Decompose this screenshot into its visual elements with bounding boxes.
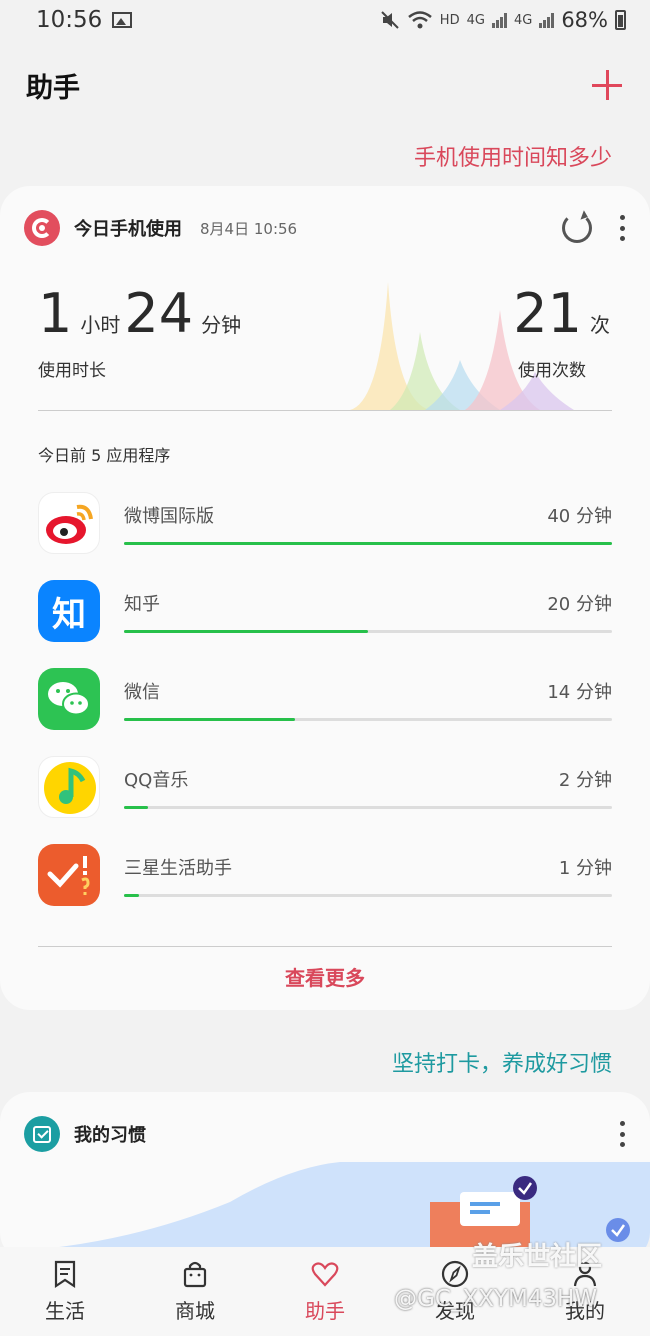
count-unit: 次 [590, 313, 610, 337]
divider [38, 410, 612, 411]
phone-usage-card[interactable]: 今日手机使用 8月4日 10:56 1 小时 24 分钟 使用时长 21 次 使… [0, 186, 650, 1010]
usage-bar-fill [124, 630, 368, 633]
status-time: 10:56 [36, 7, 103, 33]
usage-count: 21 次 [513, 282, 610, 345]
nav-mall[interactable]: 商城 [130, 1247, 260, 1336]
network-4g-1: 4G [466, 12, 485, 28]
app-time: 40 分钟 [547, 506, 612, 527]
top-apps-title: 今日前 5 应用程序 [38, 446, 171, 465]
duration-minutes: 24 [124, 282, 194, 345]
usage-duration: 1 小时 24 分钟 [38, 282, 245, 345]
usage-card-date: 8月4日 10:56 [200, 219, 298, 238]
usage-bar-fill [124, 894, 139, 897]
qq-music-icon [38, 756, 100, 818]
usage-bar-fill [124, 718, 295, 721]
nav-label: 生活 [45, 1299, 85, 1323]
usage-bar-track [124, 894, 612, 897]
nav-assistant[interactable]: 助手 [260, 1247, 390, 1336]
usage-bar-track [124, 806, 612, 809]
usage-card-header: 今日手机使用 8月4日 10:56 [24, 200, 626, 256]
duration-label: 使用时长 [38, 361, 106, 381]
duration-minutes-unit: 分钟 [201, 313, 242, 337]
app-name: 微博国际版 [124, 506, 214, 527]
app-row-wechat[interactable]: 微信 14 分钟 [38, 668, 612, 738]
app-name: 三星生活助手 [124, 858, 232, 879]
weibo-icon [38, 492, 100, 554]
battery-icon [615, 10, 626, 30]
app-name: QQ音乐 [124, 770, 189, 791]
usage-info-link[interactable]: 手机使用时间知多少 [414, 140, 612, 172]
nav-label: 助手 [305, 1299, 345, 1323]
count-label: 使用次数 [518, 361, 586, 381]
nav-label: 商城 [175, 1299, 215, 1323]
watermark-community: 盖乐世社区 [472, 1242, 603, 1272]
more-options-icon[interactable] [618, 215, 626, 241]
usage-bar-track [124, 630, 612, 633]
usage-bar-track [124, 542, 612, 545]
habit-card-header: 我的习惯 [24, 1106, 626, 1162]
wifi-icon [408, 11, 432, 29]
network-4g-2: 4G [513, 12, 533, 28]
more-options-icon[interactable] [618, 1121, 626, 1147]
usage-logo-icon [24, 210, 60, 246]
nav-life[interactable]: 生活 [0, 1247, 130, 1336]
habit-card-title: 我的习惯 [74, 1125, 146, 1146]
usage-bar-fill [124, 806, 149, 809]
signal-icon-2 [539, 12, 555, 28]
see-more-button[interactable]: 查看更多 [0, 962, 650, 991]
samsung-assistant-icon [38, 844, 100, 906]
hd-label: HD [439, 12, 460, 28]
app-row-samsung-assistant[interactable]: 三星生活助手 1 分钟 [38, 844, 612, 914]
image-notification-icon [112, 12, 133, 28]
app-name: 知乎 [124, 594, 160, 615]
app-row-zhihu[interactable]: 知 知乎 20 分钟 [38, 580, 612, 650]
wechat-icon [38, 668, 100, 730]
app-row-qqmusic[interactable]: QQ音乐 2 分钟 [38, 756, 612, 826]
page-title: 助手 [26, 72, 80, 104]
count-value: 21 [513, 282, 582, 345]
app-time: 14 分钟 [547, 682, 612, 703]
bookmark-icon [54, 1260, 76, 1289]
app-row-weibo[interactable]: 微博国际版 40 分钟 [38, 492, 612, 562]
shopping-bag-icon [183, 1261, 207, 1288]
refresh-icon[interactable] [562, 213, 592, 243]
status-bar: 10:56 HD 4G 4G 68% [0, 0, 650, 40]
heart-icon [311, 1262, 339, 1287]
add-button[interactable] [590, 68, 624, 102]
signal-icon [491, 12, 507, 28]
mute-icon [381, 11, 399, 29]
compass-icon [441, 1260, 469, 1288]
app-header: 助手 [0, 50, 650, 120]
app-time: 1 分钟 [558, 858, 612, 879]
watermark-user: @GC_XXYM43HW [394, 1286, 598, 1312]
duration-hours-unit: 小时 [80, 313, 121, 337]
zhihu-icon: 知 [38, 580, 100, 642]
app-time: 20 分钟 [547, 594, 612, 615]
battery-percent: 68% [561, 8, 608, 32]
divider [38, 946, 612, 947]
usage-card-title: 今日手机使用 [74, 219, 182, 240]
status-indicators: HD 4G 4G 68% [380, 8, 626, 32]
app-time: 2 分钟 [558, 770, 612, 791]
app-name: 微信 [124, 682, 160, 703]
usage-bar-fill [124, 542, 612, 545]
usage-bar-track [124, 718, 612, 721]
habit-info-link[interactable]: 坚持打卡，养成好习惯 [392, 1046, 612, 1078]
duration-hours: 1 [38, 282, 73, 345]
habit-calendar-icon [24, 1116, 60, 1152]
